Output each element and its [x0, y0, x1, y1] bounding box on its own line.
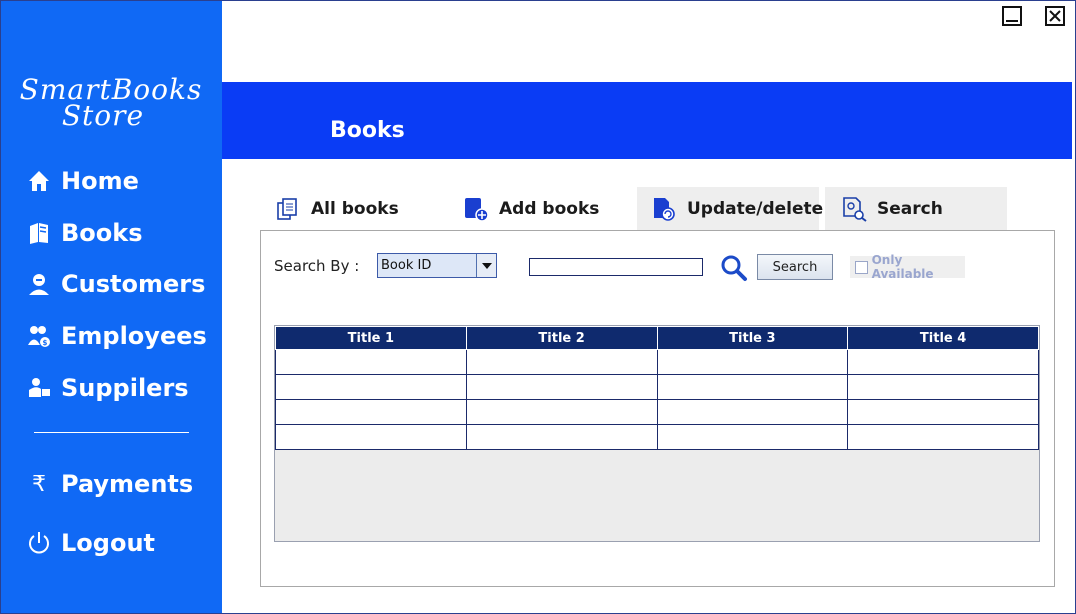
column-header-4[interactable]: Title 4: [847, 326, 1039, 350]
close-icon: [1049, 10, 1061, 22]
customer-icon: [25, 270, 53, 298]
minimize-icon: [1006, 20, 1018, 22]
sidebar-item-label: Logout: [61, 529, 156, 557]
tab-search[interactable]: Search: [825, 187, 1007, 231]
checkbox-box[interactable]: [855, 260, 868, 274]
tab-label: Search: [877, 199, 943, 219]
employees-icon: $: [25, 322, 53, 350]
logo-line-2: Store: [61, 99, 145, 132]
books-icon: [25, 219, 53, 247]
table-row[interactable]: [275, 399, 1039, 425]
column-header-1[interactable]: Title 1: [275, 326, 467, 350]
tab-label: Add books: [499, 199, 600, 219]
search-by-select-value: Book ID: [381, 258, 432, 273]
rupee-icon: ₹: [32, 471, 46, 497]
column-header-2[interactable]: Title 2: [465, 326, 658, 350]
table-cell[interactable]: [275, 349, 467, 375]
sidebar-item-label: Employees: [61, 322, 207, 350]
search-button[interactable]: Search: [757, 254, 833, 280]
page-header: Books: [222, 82, 1072, 159]
sidebar-item-employees[interactable]: $ Employees: [25, 322, 207, 350]
sidebar-item-logout[interactable]: Logout: [25, 529, 155, 557]
add-book-icon: [463, 196, 489, 222]
table-cell[interactable]: [847, 374, 1039, 400]
books-grid: Title 1 Title 2 Title 3 Title 4: [275, 326, 1039, 450]
sidebar-item-suppliers[interactable]: Suppilers: [25, 374, 189, 402]
table-cell[interactable]: [275, 399, 467, 425]
app-logo: SmartBooks Store: [11, 76, 211, 132]
minimize-button[interactable]: [1002, 6, 1022, 26]
sidebar-item-label: Customers: [61, 270, 206, 298]
table-cell[interactable]: [847, 349, 1039, 375]
table-cell[interactable]: [847, 424, 1039, 450]
sidebar-item-home[interactable]: Home: [25, 167, 139, 195]
sidebar-item-customers[interactable]: Customers: [25, 270, 205, 298]
home-icon: [25, 167, 53, 195]
only-available-checkbox[interactable]: Only Available: [850, 253, 965, 281]
table-cell[interactable]: [847, 399, 1039, 425]
table-row[interactable]: [275, 374, 1039, 400]
tab-label: Update/delete: [687, 199, 824, 219]
table-cell[interactable]: [465, 349, 658, 375]
table-cell[interactable]: [465, 424, 658, 450]
search-by-label: Search By :: [274, 257, 360, 275]
table-cell[interactable]: [656, 399, 849, 425]
table-cell[interactable]: [656, 424, 849, 450]
search-icon[interactable]: [720, 254, 748, 282]
table-cell[interactable]: [275, 374, 467, 400]
page-title: Books: [330, 118, 405, 143]
table-row[interactable]: [275, 424, 1039, 450]
sidebar-item-label: Suppilers: [61, 374, 189, 402]
table-cell[interactable]: [656, 349, 849, 375]
sidebar-item-label: Books: [61, 219, 143, 247]
books-table: Title 1 Title 2 Title 3 Title 4: [274, 325, 1040, 542]
search-input[interactable]: [529, 258, 703, 276]
tab-add-books[interactable]: Add books: [463, 187, 599, 231]
tab-update-delete[interactable]: Update/delete: [637, 187, 823, 231]
table-cell[interactable]: [465, 374, 658, 400]
search-book-icon: [841, 196, 867, 222]
sidebar-item-label: Payments: [61, 470, 194, 498]
tab-label: All books: [311, 199, 399, 219]
only-available-label: Only Available: [871, 253, 934, 281]
supplier-icon: [25, 374, 53, 402]
sidebar-divider: [34, 432, 189, 433]
sidebar-item-payments[interactable]: ₹ Payments: [25, 470, 193, 498]
table-cell[interactable]: [656, 374, 849, 400]
table-row[interactable]: [275, 349, 1039, 375]
sidebar-item-label: Home: [61, 167, 139, 195]
tab-all-books[interactable]: All books: [275, 187, 399, 231]
search-by-select[interactable]: Book ID: [377, 253, 497, 278]
chevron-down-icon[interactable]: [476, 254, 496, 277]
close-button[interactable]: [1045, 6, 1065, 26]
update-book-icon: [651, 196, 677, 222]
sidebar: SmartBooks Store Home Books Customers $ …: [1, 1, 222, 613]
svg-text:$: $: [43, 339, 48, 347]
power-icon: [25, 529, 53, 557]
column-header-3[interactable]: Title 3: [656, 326, 849, 350]
sidebar-item-books[interactable]: Books: [25, 219, 143, 247]
table-cell[interactable]: [275, 424, 467, 450]
table-header-row: Title 1 Title 2 Title 3 Title 4: [275, 326, 1039, 350]
all-books-icon: [275, 196, 301, 222]
table-cell[interactable]: [465, 399, 658, 425]
